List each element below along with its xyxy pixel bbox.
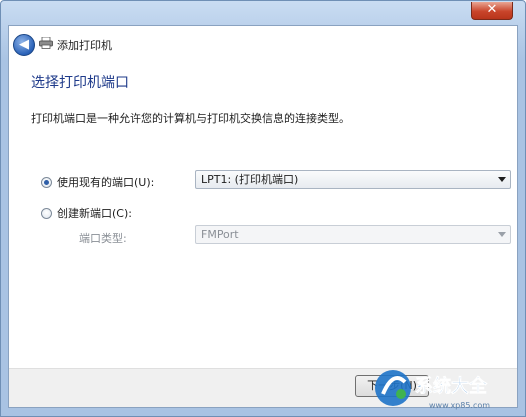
existing-port-value: LPT1: (打印机端口) — [201, 173, 299, 186]
use-existing-port-option[interactable]: 使用现有的端口(U): — [41, 174, 154, 190]
window-title: 添加打印机 — [57, 39, 112, 52]
wizard-header: ◀ 添加打印机 — [9, 26, 517, 62]
dropdown-arrow-icon — [498, 177, 506, 182]
wizard-client-area: ◀ 添加打印机 选择打印机端口 打印机端口是一种允许您的计算机与打印机交换信息的… — [8, 25, 518, 408]
port-type-select[interactable]: FMPort — [195, 225, 511, 244]
page-description: 打印机端口是一种允许您的计算机与打印机交换信息的连接类型。 — [31, 112, 350, 125]
create-new-port-radio[interactable] — [41, 207, 52, 219]
wizard-footer: 下一步(N) — [9, 368, 517, 407]
wizard-content: 选择打印机端口 打印机端口是一种允许您的计算机与打印机交换信息的连接类型。 使用… — [27, 62, 517, 375]
port-type-value: FMPort — [201, 228, 239, 241]
create-new-port-label: 创建新端口(C): — [57, 207, 132, 220]
existing-port-select[interactable]: LPT1: (打印机端口) — [195, 170, 511, 189]
back-button[interactable]: ◀ — [13, 34, 35, 56]
port-type-label: 端口类型: — [79, 232, 127, 245]
use-existing-port-label: 使用现有的端口(U): — [57, 176, 155, 189]
page-title: 选择打印机端口 — [31, 75, 129, 91]
printer-icon — [39, 37, 53, 49]
use-existing-port-radio[interactable] — [41, 176, 52, 188]
close-button[interactable]: ✕ — [471, 2, 513, 20]
dropdown-arrow-icon — [498, 232, 506, 237]
next-button[interactable]: 下一步(N) — [355, 375, 429, 397]
create-new-port-option[interactable]: 创建新端口(C): — [41, 205, 132, 221]
add-printer-window: ✕ ◀ 添加打印机 选择打印机端口 打印机端口是一种允许您的计算机与打印机交换信… — [0, 0, 526, 417]
